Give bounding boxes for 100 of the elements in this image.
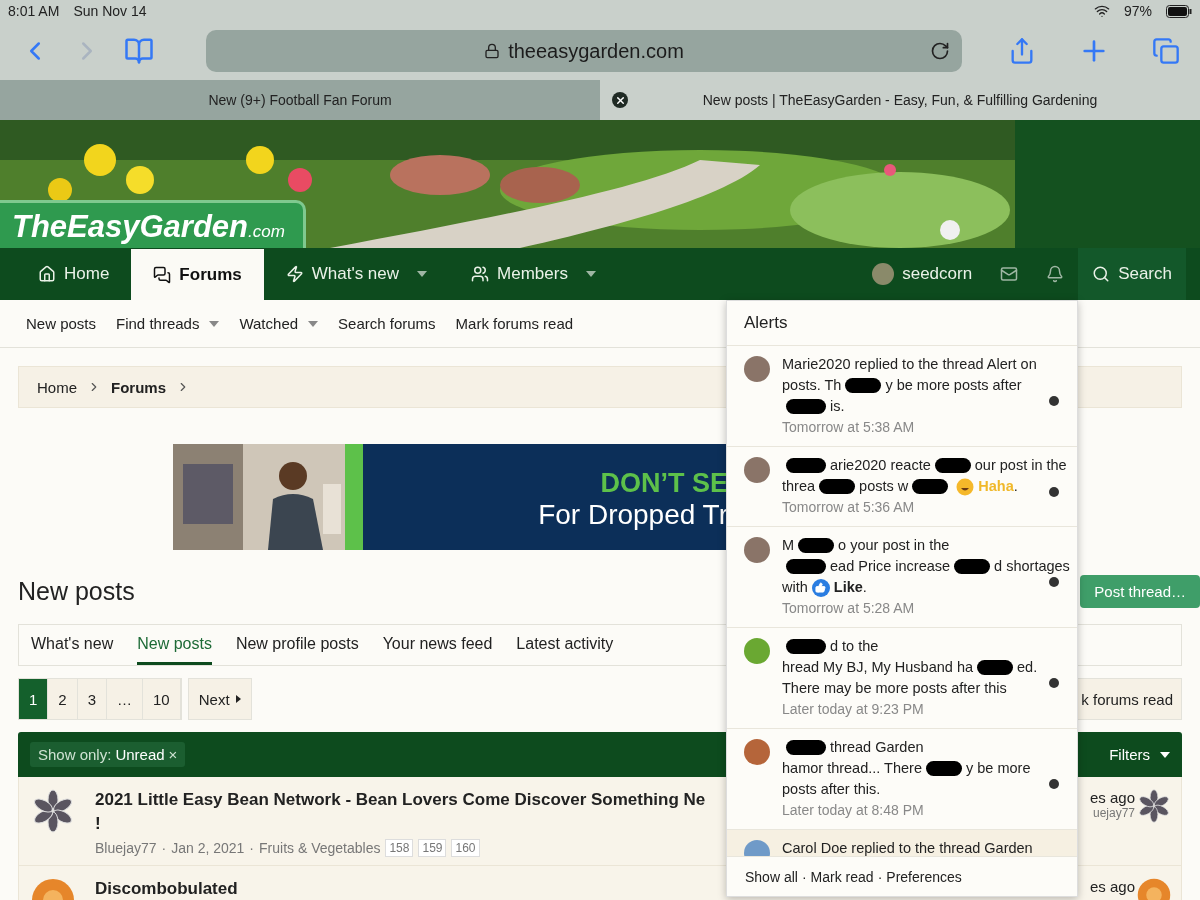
alert-text: d shortages — [994, 557, 1070, 576]
avatar-icon — [872, 263, 895, 285]
user-menu[interactable]: seedcorn — [858, 248, 987, 300]
address-bar[interactable]: theeasygarden.com — [206, 30, 962, 72]
scribble-mark — [786, 458, 826, 473]
page-tab[interactable]: Your news feed — [382, 625, 493, 665]
alert-time: Tomorrow at 5:38 AM — [782, 418, 916, 437]
bookmarks-icon[interactable] — [124, 36, 154, 66]
subnav-link[interactable]: Watched — [239, 315, 319, 332]
subnav-link[interactable]: Find threads — [116, 315, 220, 332]
alert-time: Tomorrow at 5:36 AM — [782, 498, 916, 517]
last-post-time: es ago — [1089, 789, 1135, 806]
site-logo[interactable]: TheEasyGarden.com — [0, 200, 306, 248]
subnav-link[interactable]: New posts — [26, 315, 97, 332]
last-post-user[interactable]: uejay77 — [1092, 806, 1135, 820]
page-link[interactable]: 2 — [48, 679, 78, 719]
avatar-icon — [744, 356, 770, 382]
alert-text: . — [1013, 477, 1018, 496]
footer-link[interactable]: Show all — [745, 868, 798, 885]
scribble-mark — [912, 479, 949, 494]
mark-read-button[interactable]: k forums read — [1076, 678, 1182, 720]
filters-button[interactable]: Filters — [1109, 746, 1170, 763]
alert-time: Tomorrow at 5:28 AM — [782, 599, 916, 618]
page-tab[interactable]: What's new — [31, 625, 114, 665]
nav-tab[interactable]: What's new — [263, 248, 450, 300]
alert-text: y be more — [966, 759, 1031, 778]
close-icon[interactable] — [612, 92, 628, 108]
alert-text: There may be more posts after this — [782, 679, 1007, 698]
page-link[interactable]: 160 — [451, 839, 480, 857]
reaction-label: Like — [833, 578, 863, 597]
reaction-label: Haha — [978, 477, 1014, 496]
alert-time: Later today at 9:23 PM — [782, 700, 925, 719]
tabs-icon[interactable] — [1152, 37, 1180, 65]
mail-icon — [1000, 265, 1019, 283]
lightning-icon — [285, 265, 304, 283]
unread-dot — [1049, 779, 1059, 789]
alert-item[interactable]: thread Garden hamor thread... There y be more posts after this. Later today at 8:48 PM — [727, 729, 1077, 830]
status-date: Sun Nov 14 — [73, 3, 147, 19]
alert-text: ead Price increase — [830, 557, 951, 576]
forum-link[interactable]: Fruits & Vegetables — [259, 840, 381, 856]
nav-tab[interactable]: Forums — [131, 249, 264, 300]
page-tab[interactable]: Latest activity — [516, 625, 614, 665]
footer-link[interactable]: Preferences — [886, 868, 962, 885]
subnav-link[interactable]: Search forums — [338, 315, 436, 332]
laughing-emoji-icon — [956, 477, 975, 496]
scribble-mark — [819, 479, 856, 494]
alert-item[interactable]: M o your post in the ead Price increase d shortages with Like. Tomorrow at 5:28 AM — [727, 527, 1077, 628]
alert-item[interactable]: Marie2020 replied to the thread Alert on posts. Th y be more posts after is. Tomorrow at 5:38 AM — [727, 346, 1077, 447]
scribble-mark — [926, 761, 962, 776]
footer-link[interactable]: Mark read — [810, 868, 874, 885]
alert-text: hamor thread... There — [782, 759, 922, 778]
alert-text: o your post in the — [838, 536, 950, 555]
alert-text: Carol Doe replied to the thread Garden — [782, 839, 1033, 856]
next-button[interactable]: Next — [187, 678, 252, 720]
reload-icon[interactable] — [930, 41, 950, 61]
browser-tab[interactable]: New (9+) Football Fan Forum — [0, 80, 600, 120]
alert-item[interactable]: arie2020 reacte our post in the threa posts w Haha. Tomorrow at 5:36 AM — [727, 447, 1077, 527]
alert-text: threa — [782, 477, 816, 496]
page-link[interactable]: 158 — [385, 839, 414, 857]
ad-subline: For Dropped Tr — [538, 498, 728, 531]
nav-tab[interactable]: Members — [449, 248, 618, 300]
alert-text: d to the — [830, 637, 879, 656]
nav-tab[interactable]: Home — [16, 248, 132, 300]
page-tab[interactable]: New profile posts — [235, 625, 359, 665]
alert-text: . — [862, 578, 867, 597]
ad-headline: DON’T SE — [600, 467, 728, 499]
alert-text: is. — [830, 397, 845, 416]
alert-item[interactable]: d to the hread My BJ, My Husband ha ed. There may be more posts after this Later today at 9:23 PM — [727, 628, 1077, 729]
search-button[interactable]: Search — [1078, 248, 1186, 300]
beans-avatar-icon — [31, 789, 75, 833]
caret-icon — [235, 695, 241, 703]
alert-item[interactable]: Carol Doe replied to the thread Garden — [727, 830, 1077, 856]
page-tab[interactable]: New posts — [137, 625, 212, 665]
ad-banner[interactable]: DON’T SE For Dropped Tr — [173, 444, 728, 550]
scribble-mark — [798, 538, 835, 553]
page-link[interactable]: 3 — [77, 679, 108, 719]
subnav-link[interactable]: Mark forums read — [455, 315, 574, 332]
scribble-mark — [845, 378, 882, 393]
battery-level: 97% — [1123, 3, 1152, 19]
thread-date: Jan 2, 2021 — [171, 840, 245, 856]
page-link[interactable]: … — [107, 679, 144, 719]
breadcrumb-link[interactable]: Forums — [111, 378, 167, 396]
page-link[interactable]: 1 — [19, 679, 49, 719]
people-icon — [471, 265, 490, 283]
wifi-icon — [1093, 3, 1110, 19]
alert-text: Marie2020 replied to the thread Alert on — [782, 355, 1037, 374]
home-icon — [38, 265, 56, 283]
popup-title: Alerts — [744, 313, 788, 333]
separator: · — [161, 840, 167, 856]
page-link[interactable]: 10 — [143, 679, 181, 719]
breadcrumb-link[interactable]: Home — [37, 378, 77, 396]
unread-dot — [1049, 678, 1059, 688]
page-link[interactable]: 159 — [418, 839, 447, 857]
filter-chip[interactable]: Show only: Unread × — [30, 742, 186, 767]
alert-time: Later today at 8:48 PM — [782, 801, 925, 820]
unread-dot — [1049, 577, 1059, 587]
thread-author[interactable]: Bluejay77 — [95, 840, 157, 856]
avatar-icon — [744, 457, 770, 483]
alert-text: thread Garden — [830, 738, 924, 757]
battery-icon — [1166, 4, 1192, 18]
